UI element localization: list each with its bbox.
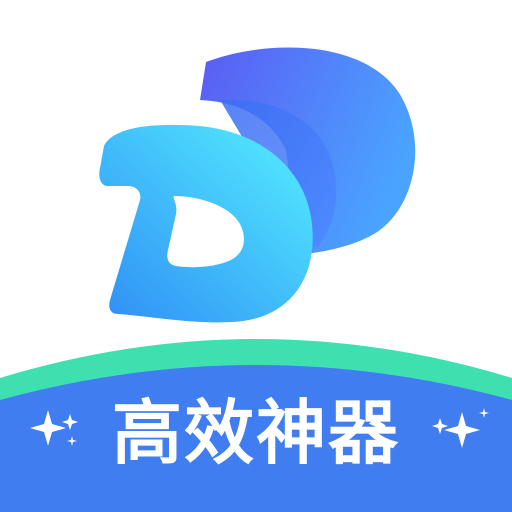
app-icon: 高效神器 bbox=[0, 0, 512, 512]
slogan-text: 高效神器 bbox=[112, 392, 400, 474]
